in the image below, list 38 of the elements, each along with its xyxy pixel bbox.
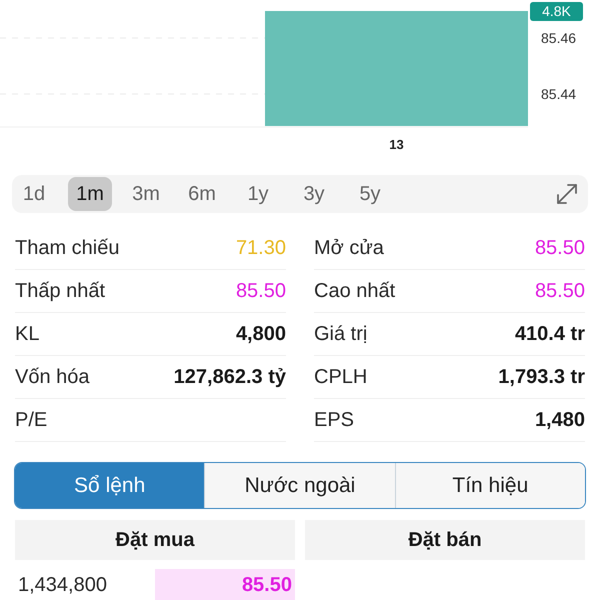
column-header: Đặt bán	[305, 520, 585, 560]
axis-label: 13	[389, 136, 404, 154]
tab[interactable]: Tín hiệu	[394, 463, 585, 508]
stat-value: 85.50	[236, 279, 286, 304]
period-tab[interactable]: 5y	[348, 177, 392, 211]
stat-value: 1,480	[534, 408, 585, 433]
stat-value: 1,793.3 tr	[498, 365, 585, 390]
period-tab[interactable]: 6m	[180, 177, 224, 211]
period-tab[interactable]: 1y	[236, 177, 280, 211]
stat-value: 410.4 tr	[514, 322, 585, 347]
period-tab[interactable]: 3y	[292, 177, 336, 211]
stat-label: Cao nhất	[314, 279, 396, 304]
stat-label: EPS	[314, 408, 354, 433]
stat-value: 127,862.3 tỷ	[174, 365, 286, 390]
stat-value: 71.30	[236, 236, 286, 261]
expand-icon[interactable]	[556, 183, 578, 205]
stat-label: Giá trị	[314, 322, 368, 347]
stat-label: Mở cửa	[314, 236, 384, 261]
stat-label: Tham chiếu	[15, 236, 120, 261]
bid-price-cell: 85.50	[155, 569, 295, 600]
stat-label: KL	[15, 322, 40, 347]
period-tab[interactable]: 3m	[124, 177, 168, 211]
stat-label: Thấp nhất	[15, 279, 106, 304]
stat-value: 4,800	[236, 322, 286, 347]
stat-value: 85.50	[534, 279, 585, 304]
tab[interactable]: Nước ngoài	[204, 463, 395, 508]
stat-label: P/E	[15, 408, 48, 433]
column-header: Đặt mua	[15, 520, 295, 560]
stat-label: CPLH	[314, 365, 368, 390]
stat-value: 85.50	[534, 236, 585, 261]
bid-volume: 1,434,800	[17, 572, 107, 598]
axis-label: 85.44	[541, 85, 576, 104]
stat-label: Vốn hóa	[15, 365, 90, 390]
tab[interactable]: Sổ lệnh	[15, 463, 204, 508]
period-tab[interactable]: 1m	[68, 177, 112, 211]
period-tab[interactable]: 1d	[12, 177, 56, 211]
volume-badge: 4.8K	[530, 2, 583, 21]
axis-label: 85.46	[541, 29, 576, 48]
